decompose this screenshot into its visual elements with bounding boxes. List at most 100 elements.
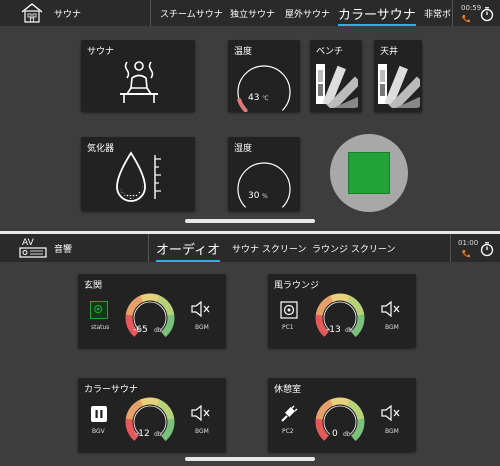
color-swatch[interactable]	[348, 152, 390, 194]
volume-arc-segment	[129, 301, 138, 309]
tab-outdoor-sauna[interactable]: 屋外サウナ	[285, 0, 330, 26]
volume-arc-segment	[355, 426, 364, 434]
status-icon[interactable]	[90, 301, 108, 319]
speaker-icon[interactable]	[280, 301, 298, 319]
phone-icon[interactable]	[461, 14, 471, 24]
volume-gauge[interactable]	[122, 288, 178, 342]
tab-audio[interactable]: オーディオ	[156, 234, 221, 262]
tab-emergency[interactable]: 非常ボ	[424, 0, 451, 26]
volume-arc-segment	[325, 295, 334, 304]
volume-arc-segment	[346, 399, 355, 408]
volume-arc-segment	[166, 413, 175, 420]
tab-independent-sauna[interactable]: 独立サウナ	[230, 0, 275, 26]
clock: 01:00	[458, 239, 479, 247]
zone-card-color-sauna[interactable]: カラーサウナ BGV -12 db BGM	[78, 378, 226, 452]
volume-arc-segment	[356, 309, 365, 316]
bgm-label: BGM	[385, 324, 399, 331]
bgm-label: BGM	[385, 428, 399, 435]
volume-arc-segment	[350, 328, 360, 338]
humidity-card[interactable]: 湿度 30 %	[228, 137, 300, 211]
speaker-mute-icon[interactable]	[380, 404, 402, 422]
home-indicator[interactable]	[185, 457, 315, 461]
house-icon[interactable]	[20, 2, 44, 24]
volume-arc-segment	[315, 413, 324, 420]
zone-card-entrance[interactable]: 玄関 status -65 db BGM	[78, 274, 226, 348]
volume-arc-segment	[320, 432, 329, 441]
speaker-mute-icon[interactable]	[190, 300, 212, 318]
volume-arc-inner	[323, 405, 357, 435]
volume-arc-segment	[135, 399, 144, 408]
volume-arc-segment	[318, 325, 327, 334]
sauna-card[interactable]: サウナ	[81, 40, 195, 112]
volume-arc-segment	[132, 297, 141, 307]
temperature-unit: ℃	[262, 95, 269, 102]
volume-arc-segment	[162, 405, 172, 414]
speaker-mute-icon[interactable]	[190, 404, 212, 422]
volume-arc-segment	[125, 309, 134, 316]
tab-sauna-screen[interactable]: サウナ スクリーン	[232, 234, 306, 262]
tab-lounge-screen[interactable]: ラウンジ スクリーン	[312, 234, 395, 262]
card-title: 天井	[380, 47, 399, 57]
volume-value: -13	[326, 325, 341, 335]
volume-arc-segment	[164, 409, 174, 417]
bench-card[interactable]: ベンチ	[310, 40, 362, 112]
pause-icon[interactable]	[90, 405, 108, 423]
volume-unit: db	[154, 431, 162, 438]
volume-arc-segment	[330, 397, 337, 406]
volume-arc-segment	[316, 408, 326, 417]
volume-arc-segment	[356, 413, 365, 420]
volume-arc-segment	[159, 297, 169, 307]
volume-arc-segment	[349, 297, 359, 307]
zone-card-lounge[interactable]: 風ラウンジ PC1 -13 db BGM	[268, 274, 416, 348]
volume-arc-segment	[325, 399, 334, 408]
hdmi-cable-icon[interactable]	[279, 404, 299, 424]
top-nav-bar: AV 音響 オーディオ サウナ スクリーン ラウンジ スクリーン 01:00	[0, 234, 500, 262]
volume-arc-segment	[315, 318, 324, 325]
volume-arc-segment	[125, 422, 134, 429]
volume-arc-segment	[322, 297, 331, 307]
volume-arc-segment	[132, 401, 141, 411]
volume-arc-segment	[319, 301, 328, 309]
tab-color-sauna[interactable]: カラーサウナ	[338, 0, 416, 26]
color-fan-icon	[316, 64, 358, 108]
volume-arc-segment	[354, 305, 364, 313]
volume-arc-segment	[353, 429, 362, 438]
volume-arc-segment	[140, 293, 147, 302]
volume-arc-segment	[165, 426, 174, 434]
source-label: status	[91, 324, 110, 331]
volume-arc-segment	[156, 295, 165, 304]
volume-arc-segment	[352, 301, 362, 310]
volume-unit: db	[343, 431, 351, 438]
av-receiver-icon[interactable]: AV	[18, 236, 48, 260]
volume-gauge[interactable]	[122, 392, 178, 446]
home-indicator[interactable]	[185, 219, 315, 223]
volume-arc-segment	[316, 322, 325, 330]
volume-arc-segment	[343, 398, 350, 407]
volume-arc-segment	[356, 319, 365, 325]
volume-arc-segment	[166, 319, 175, 325]
audio-control-screen: AV 音響 オーディオ サウナ スクリーン ラウンジ スクリーン 01:00 玄…	[0, 234, 500, 466]
volume-arc-segment	[166, 423, 175, 429]
zone-card-rest-room[interactable]: 休憩室 PC2 0 db BGM	[268, 378, 416, 452]
volume-arc-segment	[128, 429, 137, 438]
volume-arc-segment	[352, 405, 362, 414]
speaker-mute-icon[interactable]	[380, 300, 402, 318]
timer-icon[interactable]	[479, 241, 495, 257]
volume-arc-segment	[126, 408, 136, 417]
volume-arc-segment	[319, 405, 328, 413]
phone-icon[interactable]	[461, 249, 471, 259]
volume-arc-segment	[129, 405, 138, 413]
volume-arc-segment	[156, 399, 165, 408]
volume-arc-segment	[163, 429, 172, 438]
volume-arc-segment	[315, 309, 324, 316]
section-label: 音響	[54, 245, 73, 255]
vaporizer-card[interactable]: 気化器	[81, 137, 195, 211]
timer-icon[interactable]	[479, 6, 495, 22]
temperature-card[interactable]: 温度 43 ℃	[228, 40, 300, 112]
volume-arc-segment	[356, 423, 365, 429]
volume-arc-segment	[322, 401, 331, 411]
tab-steam-sauna[interactable]: スチームサウナ	[160, 0, 223, 26]
volume-value: -12	[135, 429, 150, 439]
ceiling-card[interactable]: 天井	[374, 40, 422, 112]
volume-gauge[interactable]	[312, 392, 368, 446]
